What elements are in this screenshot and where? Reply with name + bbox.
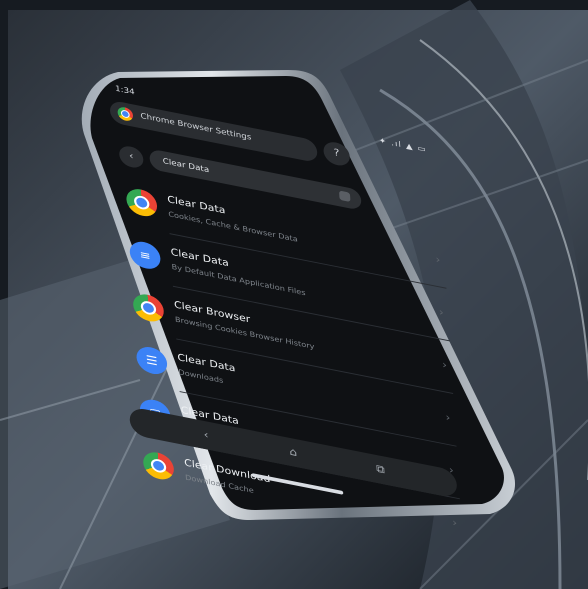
list-icon: ☰ [135, 344, 168, 377]
phone-screen: 1:34 ✦ .ıl ▲ ▭ Chrome Browser Settings ?… [0, 0, 588, 589]
settings-list: Clear Data Cookies, Cache & Browser Data… [103, 169, 472, 554]
chrome-logo-icon [117, 105, 134, 123]
chevron-right-icon: › [451, 516, 458, 530]
back-icon[interactable]: ‹ [118, 144, 144, 170]
chrome-icon [142, 449, 175, 482]
nav-home-icon[interactable]: ⌂ [282, 442, 305, 463]
help-icon[interactable]: ? [322, 139, 351, 168]
chevron-right-icon: › [438, 305, 445, 319]
nav-back-icon[interactable]: ‹ [195, 425, 218, 446]
chrome-icon [132, 291, 165, 325]
chrome-icon [125, 186, 158, 219]
status-icons: ✦ .ıl ▲ ▭ [378, 136, 428, 155]
mic-icon[interactable] [339, 190, 351, 203]
nav-recents-icon[interactable]: ⧉ [369, 459, 392, 480]
search-input[interactable]: Clear Data [162, 157, 209, 175]
chevron-right-icon: › [445, 410, 451, 425]
chevron-right-icon: › [441, 358, 448, 372]
settings-screen: 1:34 ✦ .ıl ▲ ▭ Chrome Browser Settings ?… [97, 75, 471, 539]
list-icon: ≡ [129, 239, 162, 272]
status-time: 1:34 [114, 84, 135, 97]
chevron-right-icon: › [435, 253, 441, 267]
